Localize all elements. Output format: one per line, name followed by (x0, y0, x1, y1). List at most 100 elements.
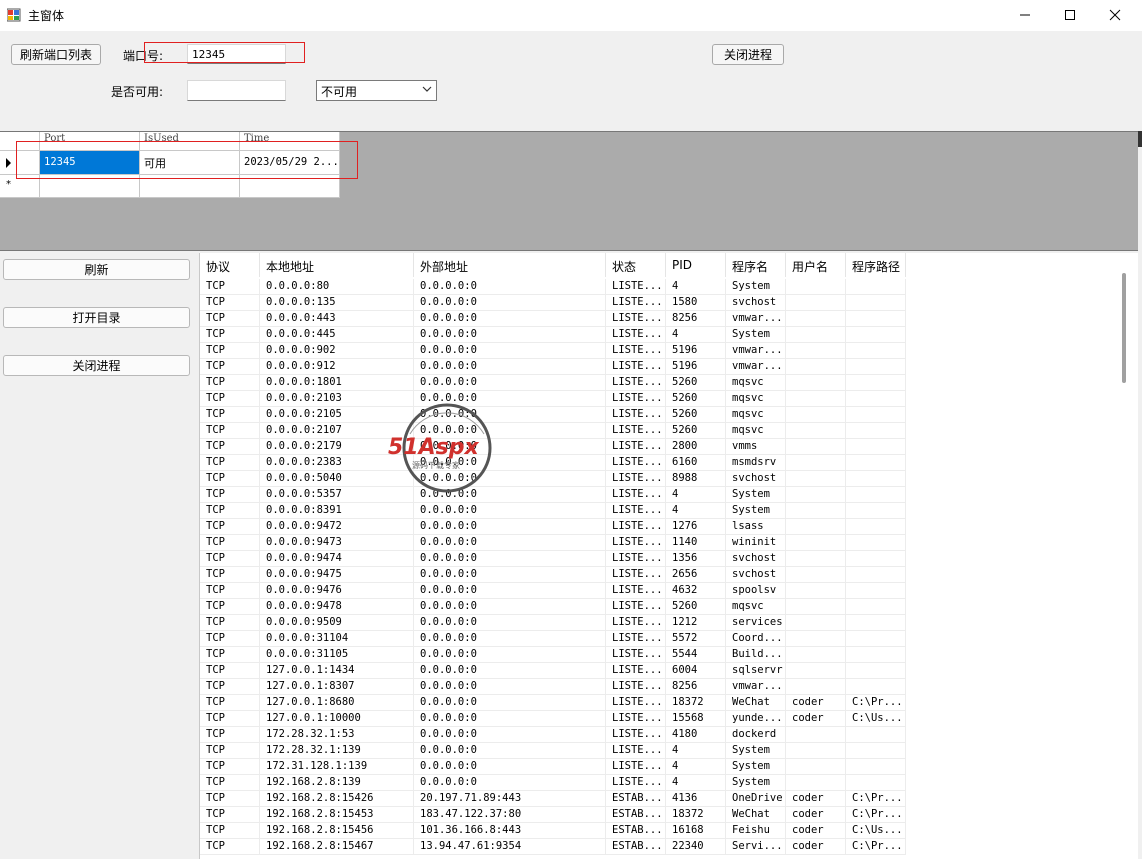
list-cell: 0.0.0.0:135 (260, 295, 414, 311)
vertical-scrollbar[interactable] (1122, 273, 1126, 383)
list-cell (786, 551, 846, 567)
list-cell: 172.31.128.1:139 (260, 759, 414, 775)
list-item[interactable]: TCP 172.28.32.1:139 0.0.0.0:0 LISTE... 4 Syst… (200, 743, 1120, 759)
list-cell: TCP (200, 359, 260, 375)
list-cell: TCP (200, 311, 260, 327)
grid-cell-time[interactable]: 2023/05/29 2... (240, 151, 340, 175)
list-item[interactable]: TCP 0.0.0.0:2383 0.0.0.0:0 LISTE... 6160 msmd… (200, 455, 1120, 471)
list-column-header[interactable]: 协议 (200, 253, 260, 277)
list-item[interactable]: TCP 0.0.0.0:135 0.0.0.0:0 LISTE... 1580 svcho… (200, 295, 1120, 311)
list-item[interactable]: TCP 0.0.0.0:9475 0.0.0.0:0 LISTE... 2656 svch… (200, 567, 1120, 583)
list-item[interactable]: TCP 192.168.2.8:15456 101.36.166.8:443 ESTA… (200, 823, 1120, 839)
grid-cell-port[interactable]: 12345 (40, 151, 140, 175)
list-item[interactable]: TCP 0.0.0.0:5357 0.0.0.0:0 LISTE... 4 System (200, 487, 1120, 503)
list-cell: TCP (200, 583, 260, 599)
list-item[interactable]: TCP 0.0.0.0:80 0.0.0.0:0 LISTE... 4 System (200, 279, 1120, 295)
list-cell: ESTAB... (606, 823, 666, 839)
list-item[interactable]: TCP 0.0.0.0:445 0.0.0.0:0 LISTE... 4 System (200, 327, 1120, 343)
grid-row-header[interactable] (0, 151, 40, 175)
list-item[interactable]: TCP 0.0.0.0:31105 0.0.0.0:0 LISTE... 5544 Bui… (200, 647, 1120, 663)
list-item[interactable]: TCP 192.168.2.8:15467 13.94.47.61:9354 ESTA… (200, 839, 1120, 855)
list-item[interactable]: TCP 0.0.0.0:902 0.0.0.0:0 LISTE... 5196 vmwar… (200, 343, 1120, 359)
list-item[interactable]: TCP 127.0.0.1:1434 0.0.0.0:0 LISTE... 6004 sq… (200, 663, 1120, 679)
list-item[interactable]: TCP 0.0.0.0:9476 0.0.0.0:0 LISTE... 4632 spoo… (200, 583, 1120, 599)
list-item[interactable]: TCP 0.0.0.0:9474 0.0.0.0:0 LISTE... 1356 svch… (200, 551, 1120, 567)
list-cell (786, 663, 846, 679)
list-cell: TCP (200, 455, 260, 471)
grid-new-row-header[interactable]: * (0, 175, 40, 198)
available-input[interactable] (187, 80, 286, 101)
list-item[interactable]: TCP 0.0.0.0:2179 0.0.0.0:0 LISTE... 2800 vmms (200, 439, 1120, 455)
port-input[interactable]: 12345 (187, 44, 286, 64)
list-item[interactable]: TCP 0.0.0.0:5040 0.0.0.0:0 LISTE... 8988 svch… (200, 471, 1120, 487)
list-column-header[interactable]: 状态 (606, 253, 666, 277)
list-cell: 0.0.0.0:0 (414, 727, 606, 743)
list-column-header[interactable]: 用户名 (786, 253, 846, 277)
list-item[interactable]: TCP 0.0.0.0:2103 0.0.0.0:0 LISTE... 5260 mqsv… (200, 391, 1120, 407)
list-item[interactable]: TCP 0.0.0.0:31104 0.0.0.0:0 LISTE... 5572 Coo… (200, 631, 1120, 647)
list-cell: System (726, 279, 786, 295)
list-cell (786, 743, 846, 759)
list-cell: coder (786, 695, 846, 711)
list-item[interactable]: TCP 0.0.0.0:443 0.0.0.0:0 LISTE... 8256 vmwar… (200, 311, 1120, 327)
grid-header-time[interactable]: Time (240, 132, 340, 151)
list-cell: 0.0.0.0:0 (414, 327, 606, 343)
list-cell (846, 647, 906, 663)
list-cell: coder (786, 791, 846, 807)
refresh-ports-button[interactable]: 刷新端口列表 (11, 44, 101, 65)
list-cell: mqsvc (726, 599, 786, 615)
list-column-header[interactable]: 外部地址 (414, 253, 606, 277)
minimize-button[interactable] (1002, 0, 1048, 30)
available-select[interactable]: 不可用 (316, 80, 437, 101)
list-cell: C:\Pr... (846, 839, 906, 855)
connection-list[interactable]: 协议 本地地址 外部地址 状态 PID 程序名 用户名 程序路径 TCP 0.0.0.0:80 0… (199, 253, 1138, 859)
list-item[interactable]: TCP 127.0.0.1:8680 0.0.0.0:0 LISTE... 18372 W… (200, 695, 1120, 711)
list-item[interactable]: TCP 172.28.32.1:53 0.0.0.0:0 LISTE... 4180 do… (200, 727, 1120, 743)
refresh-button[interactable]: 刷新 (3, 259, 190, 280)
list-cell: LISTE... (606, 711, 666, 727)
list-item[interactable]: TCP 192.168.2.8:139 0.0.0.0:0 LISTE... 4 Syst… (200, 775, 1120, 791)
list-item[interactable]: TCP 0.0.0.0:2107 0.0.0.0:0 LISTE... 5260 mqsv… (200, 423, 1120, 439)
list-item[interactable]: TCP 0.0.0.0:1801 0.0.0.0:0 LISTE... 5260 mqsv… (200, 375, 1120, 391)
open-directory-button[interactable]: 打开目录 (3, 307, 190, 328)
grid-header-isused[interactable]: IsUsed (140, 132, 240, 151)
list-cell: TCP (200, 407, 260, 423)
list-item[interactable]: TCP 192.168.2.8:15453 183.47.122.37:80 ESTA… (200, 807, 1120, 823)
maximize-button[interactable] (1047, 0, 1093, 30)
grid-cell-isused[interactable]: 可用 (140, 151, 240, 175)
list-cell: LISTE... (606, 279, 666, 295)
list-cell: OneDrive (726, 791, 786, 807)
list-item[interactable]: TCP 0.0.0.0:8391 0.0.0.0:0 LISTE... 4 System (200, 503, 1120, 519)
grid-new-cell[interactable] (140, 175, 240, 198)
close-button[interactable] (1092, 0, 1138, 30)
list-column-header[interactable]: PID (666, 253, 726, 277)
list-column-header[interactable]: 程序路径 (846, 253, 906, 277)
list-column-header[interactable]: 本地地址 (260, 253, 414, 277)
list-cell: LISTE... (606, 375, 666, 391)
port-grid[interactable]: Port IsUsed Time 12345 可用 2023/05/29 2..… (0, 131, 1138, 251)
list-item[interactable]: TCP 0.0.0.0:9472 0.0.0.0:0 LISTE... 1276 lsas… (200, 519, 1120, 535)
list-cell: LISTE... (606, 391, 666, 407)
list-column-header[interactable]: 程序名 (726, 253, 786, 277)
list-cell: LISTE... (606, 583, 666, 599)
list-item[interactable]: TCP 172.31.128.1:139 0.0.0.0:0 LISTE... 4 Sys… (200, 759, 1120, 775)
list-item[interactable]: TCP 0.0.0.0:2105 0.0.0.0:0 LISTE... 5260 mqsv… (200, 407, 1120, 423)
close-process-button[interactable]: 关闭进程 (3, 355, 190, 376)
grid-new-cell[interactable] (40, 175, 140, 198)
list-item[interactable]: TCP 127.0.0.1:10000 0.0.0.0:0 LISTE... 15568… (200, 711, 1120, 727)
list-item[interactable]: TCP 0.0.0.0:9509 0.0.0.0:0 LISTE... 1212 serv… (200, 615, 1120, 631)
port-label: 端口号: (123, 49, 164, 63)
close-process-top-button[interactable]: 关闭进程 (712, 44, 784, 65)
list-cell: svchost (726, 567, 786, 583)
list-cell: 15568 (666, 711, 726, 727)
list-item[interactable]: TCP 0.0.0.0:9478 0.0.0.0:0 LISTE... 5260 mqsv… (200, 599, 1120, 615)
list-cell: 0.0.0.0:0 (414, 663, 606, 679)
list-item[interactable]: TCP 0.0.0.0:912 0.0.0.0:0 LISTE... 5196 vmwar… (200, 359, 1120, 375)
current-row-arrow-icon (6, 158, 11, 168)
grid-new-cell[interactable] (240, 175, 340, 198)
list-item[interactable]: TCP 127.0.0.1:8307 0.0.0.0:0 LISTE... 8256 vm… (200, 679, 1120, 695)
grid-header-port[interactable]: Port (40, 132, 140, 151)
list-item[interactable]: TCP 192.168.2.8:15426 20.197.71.89:443 ESTA… (200, 791, 1120, 807)
list-item[interactable]: TCP 0.0.0.0:9473 0.0.0.0:0 LISTE... 1140 wini… (200, 535, 1120, 551)
list-cell: 0.0.0.0:0 (414, 535, 606, 551)
